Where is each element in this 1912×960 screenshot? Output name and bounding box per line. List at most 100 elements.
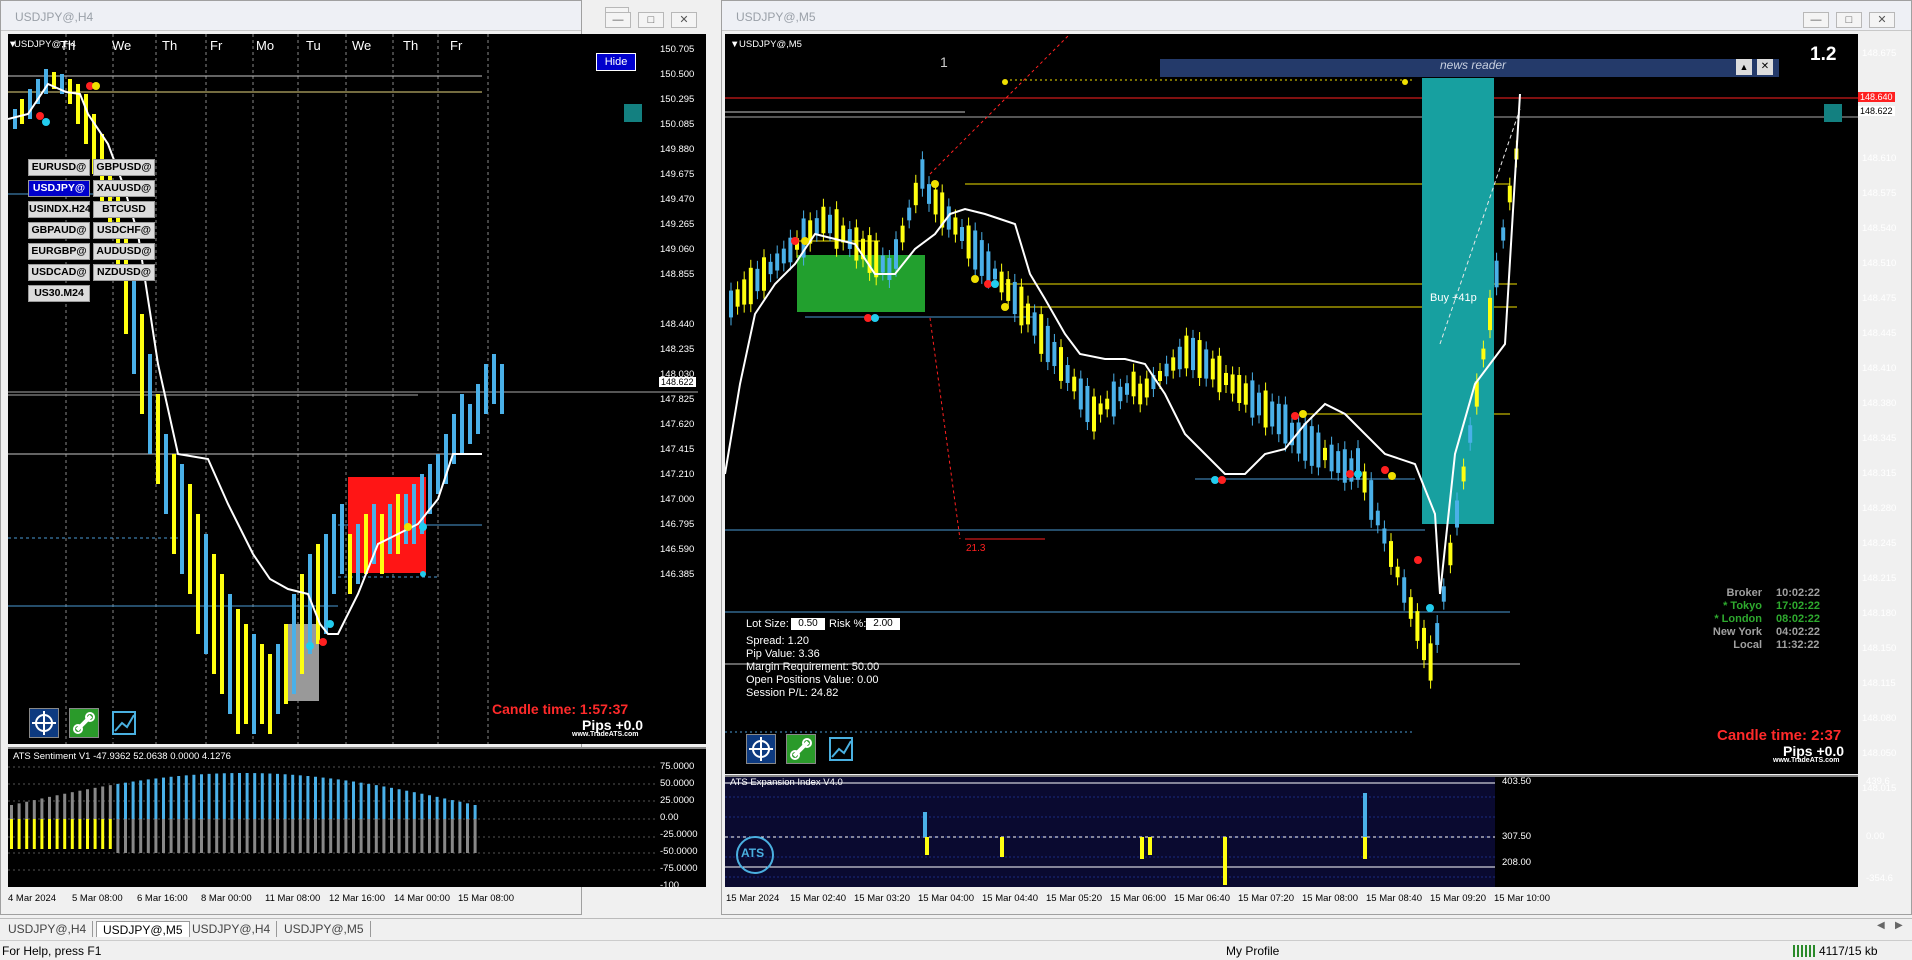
right-link-icon[interactable] [786, 734, 816, 764]
left-price-chart[interactable] [8, 34, 706, 744]
right-price-chart[interactable] [725, 34, 1858, 774]
symbol-button[interactable]: EURUSD@ [28, 159, 90, 176]
symbol-button[interactable]: AUDUSD@ [93, 243, 155, 260]
symbol-button[interactable]: USDJPY@ [28, 180, 90, 197]
left-minimize-icon[interactable]: — [605, 12, 631, 28]
news-reader-collapse-icon[interactable]: ▲ [1736, 59, 1752, 75]
time-tick: 8 Mar 00:00 [201, 893, 252, 904]
left-maximize-icon[interactable]: □ [638, 12, 664, 28]
sentiment-bar [245, 819, 249, 853]
sentiment-bar [466, 819, 469, 853]
symbol-button[interactable]: NZDUSD@ [93, 264, 155, 281]
sentiment-bar [268, 819, 272, 853]
candle [500, 364, 504, 414]
price-tick: 150.500 [660, 69, 695, 80]
right-window-titlebar[interactable]: USDJPY@,M5 [722, 1, 1911, 31]
candle [188, 484, 192, 594]
symbol-button[interactable]: USDCAD@ [28, 264, 90, 281]
sentiment-bar [428, 795, 431, 819]
indicator-tick: -25.0000 [660, 829, 698, 840]
sentiment-bar [25, 819, 29, 849]
right-chart-export-icon[interactable] [826, 734, 856, 764]
indicator-tick: -354.6 [1866, 873, 1893, 884]
lot-size-input[interactable]: 0.50 [791, 618, 825, 630]
time-tick: 4 Mar 2024 [8, 893, 57, 904]
candle [388, 504, 392, 554]
sentiment-bar [10, 819, 13, 849]
candle [316, 544, 320, 644]
ats-logo: ATS [741, 846, 765, 860]
sentiment-bar [101, 819, 105, 849]
right-maximize-icon[interactable]: □ [1836, 12, 1862, 28]
profile-text[interactable]: My Profile [1226, 944, 1279, 958]
tab-scroll-right-icon[interactable]: ▶ [1895, 920, 1903, 931]
indicator-tick: 75.0000 [660, 761, 695, 772]
time-tick: 15 Mar 06:40 [1174, 893, 1230, 904]
symbol-button[interactable]: EURGBP@ [28, 243, 90, 260]
link-icon[interactable] [69, 708, 99, 738]
candle [460, 394, 464, 454]
news-reader-close-icon[interactable]: ✕ [1757, 59, 1773, 75]
candle [332, 514, 336, 594]
crosshair-icon[interactable] [29, 708, 59, 738]
sentiment-bar [283, 819, 287, 853]
candle [244, 624, 248, 724]
risk-input[interactable]: 2.00 [866, 618, 900, 630]
price-tick: 148.050 [1862, 748, 1897, 759]
symbol-button[interactable]: USINDX.H24 [28, 201, 91, 218]
sentiment-bar [359, 819, 363, 853]
clock-label: * London [1714, 613, 1762, 625]
teal-square-right[interactable] [1824, 104, 1842, 122]
sentiment-bar [321, 819, 325, 853]
symbol-button[interactable]: USDCHF@ [93, 222, 155, 239]
candle [284, 624, 288, 704]
price-tick: 148.380 [1862, 398, 1897, 409]
symbol-button[interactable]: BTCUSD [93, 201, 155, 218]
tab-scroll-left-icon[interactable]: ◀ [1877, 920, 1885, 931]
hide-button[interactable]: Hide [596, 53, 636, 71]
right-candle-time: Candle time: 2:37 [1717, 727, 1842, 744]
left-sentiment-indicator[interactable] [8, 747, 706, 887]
candle [476, 384, 480, 434]
status-bar: For Help, press F1 My Profile 4117/15 kb [0, 940, 1912, 960]
sentiment-bar [86, 789, 89, 819]
sentiment-bar [139, 819, 143, 853]
sentiment-bar [17, 803, 21, 819]
symbol-button[interactable]: GBPAUD@ [28, 222, 90, 239]
right-minimize-icon[interactable]: — [1803, 12, 1829, 28]
price-tick: 150.705 [660, 44, 695, 55]
candle [356, 524, 360, 584]
sentiment-bar [184, 819, 188, 853]
left-close-icon[interactable]: ✕ [671, 12, 697, 28]
symbol-button[interactable]: US30.M24 [28, 285, 90, 302]
sentiment-bar [207, 773, 211, 819]
sentiment-bar [382, 819, 386, 853]
time-tick: 15 Mar 09:20 [1430, 893, 1486, 904]
symbol-button[interactable]: XAUUSD@ [93, 180, 155, 197]
right-expansion-indicator[interactable] [725, 775, 1858, 887]
right-close-icon[interactable]: ✕ [1869, 12, 1895, 28]
sentiment-bar [25, 801, 29, 819]
right-crosshair-icon[interactable] [746, 734, 776, 764]
symbol-button[interactable]: GBPUSD@ [93, 159, 155, 176]
sentiment-bar [336, 779, 340, 819]
chart-tab[interactable]: USDJPY@,M5 [96, 921, 190, 937]
left-current-price-tag: 148.622 [659, 377, 696, 387]
sentiment-bar [215, 773, 219, 819]
candle [340, 504, 344, 574]
candle [180, 464, 184, 574]
expansion-bar [1363, 793, 1367, 837]
chart-tab[interactable]: USDJPY@,H4 [2, 921, 94, 937]
news-reader-bar[interactable]: news reader [1440, 58, 1506, 72]
left-window-titlebar[interactable]: USDJPY@,H4 — [1, 1, 629, 31]
teal-square-left[interactable] [624, 104, 642, 122]
chart-tab[interactable]: USDJPY@,H4 [186, 921, 278, 937]
chart-tab[interactable]: USDJPY@,M5 [278, 921, 371, 937]
risk-label: Risk %: [829, 618, 867, 630]
price-tick: 148.575 [1862, 188, 1897, 199]
sentiment-bar [321, 777, 325, 819]
left-chart-label: USDJPY@,H4 [14, 39, 76, 50]
chart-export-icon[interactable] [109, 708, 139, 738]
expansion-bar [1223, 837, 1227, 885]
candle [140, 314, 144, 414]
